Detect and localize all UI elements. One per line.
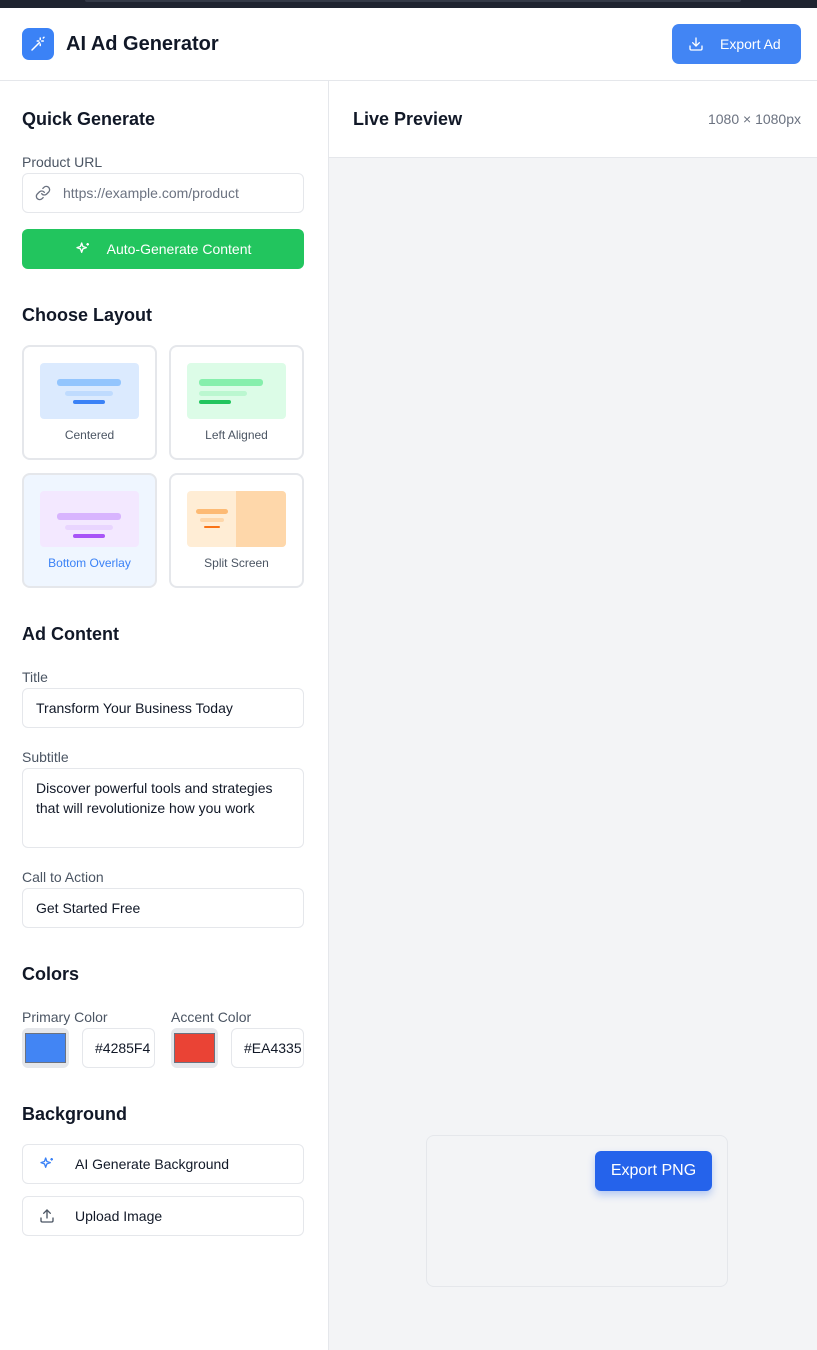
subtitle-field-label: Subtitle bbox=[22, 749, 69, 765]
primary-color-picker[interactable] bbox=[22, 1028, 69, 1068]
link-icon bbox=[35, 185, 51, 201]
accent-color-hex-input[interactable]: #EA4335 bbox=[231, 1028, 304, 1068]
layout-caption: Bottom Overlay bbox=[48, 556, 131, 570]
layout-thumbnail bbox=[40, 491, 139, 547]
primary-color-label: Primary Color bbox=[22, 1009, 108, 1025]
ai-generate-background-label: AI Generate Background bbox=[75, 1156, 230, 1172]
layout-thumbnail bbox=[187, 491, 286, 547]
export-ad-button[interactable]: Export Ad bbox=[672, 24, 801, 64]
layout-option-left-aligned[interactable]: Left Aligned bbox=[169, 345, 304, 460]
preview-header: Live Preview 1080 × 1080px bbox=[329, 81, 817, 158]
product-url-label: Product URL bbox=[22, 154, 103, 170]
layout-caption: Left Aligned bbox=[205, 428, 268, 442]
sidebar: Quick Generate Product URL https://examp… bbox=[0, 81, 329, 1350]
layout-thumbnail bbox=[187, 363, 286, 419]
cta-field-label: Call to Action bbox=[22, 869, 104, 885]
upload-image-button[interactable]: Upload Image bbox=[22, 1196, 304, 1236]
ad-canvas: Export PNG bbox=[426, 1135, 728, 1287]
layout-thumbnail bbox=[40, 363, 139, 419]
layout-option-bottom-overlay[interactable]: Bottom Overlay bbox=[22, 473, 157, 588]
sparkles-icon bbox=[40, 1157, 53, 1168]
product-url-placeholder: https://example.com/product bbox=[63, 185, 239, 201]
layout-caption: Centered bbox=[64, 428, 115, 442]
app-header: AI Ad Generator Export Ad bbox=[0, 8, 817, 81]
ai-generate-background-button[interactable]: AI Generate Background bbox=[22, 1144, 304, 1184]
cta-input[interactable]: Get Started Free bbox=[22, 888, 304, 928]
accent-color-label: Accent Color bbox=[171, 1009, 252, 1025]
choose-layout-title: Choose Layout bbox=[22, 305, 153, 325]
live-preview-panel: Live Preview 1080 × 1080px Export PNG bbox=[329, 81, 817, 1350]
preview-size: 1080 × 1080px bbox=[707, 111, 801, 127]
colors-title: Colors bbox=[22, 964, 80, 984]
sparkles-icon bbox=[75, 242, 89, 253]
quick-generate-title: Quick Generate bbox=[22, 109, 156, 129]
layout-caption: Split Screen bbox=[204, 556, 269, 570]
app-title: AI Ad Generator bbox=[66, 33, 219, 55]
magic-wand-icon bbox=[22, 28, 54, 60]
auto-generate-label: Auto-Generate Content bbox=[106, 241, 252, 257]
background-title: Background bbox=[22, 1104, 128, 1124]
export-ad-label: Export Ad bbox=[720, 36, 781, 52]
export-png-button[interactable]: Export PNG bbox=[595, 1151, 712, 1191]
title-field-label: Title bbox=[22, 669, 48, 685]
preview-title: Live Preview bbox=[353, 109, 463, 129]
ad-content-title: Ad Content bbox=[22, 624, 119, 644]
primary-color-hex-input[interactable]: #4285F4 bbox=[82, 1028, 155, 1068]
upload-image-label: Upload Image bbox=[75, 1208, 163, 1224]
title-input[interactable]: Transform Your Business Today bbox=[22, 688, 304, 728]
layout-option-split-screen[interactable]: Split Screen bbox=[169, 473, 304, 588]
product-url-input[interactable]: https://example.com/product bbox=[22, 173, 304, 213]
browser-top-strip bbox=[0, 0, 817, 8]
download-icon bbox=[689, 37, 703, 51]
accent-color-picker[interactable] bbox=[171, 1028, 218, 1068]
layout-option-centered[interactable]: Centered bbox=[22, 345, 157, 460]
upload-icon bbox=[40, 1209, 54, 1223]
auto-generate-button[interactable]: Auto-Generate Content bbox=[22, 229, 304, 269]
subtitle-textarea[interactable]: Discover powerful tools and strategies t… bbox=[22, 768, 304, 848]
